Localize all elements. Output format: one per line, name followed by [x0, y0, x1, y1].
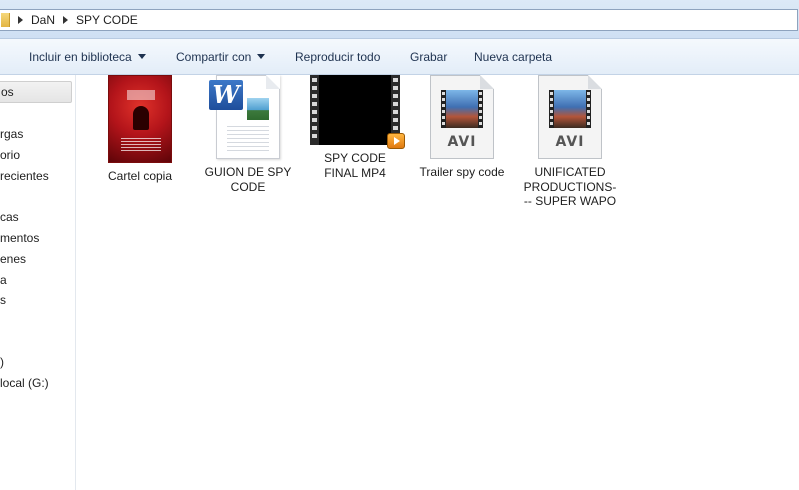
file-item-spy-code-final[interactable]: SPY CODE FINAL MP4 — [307, 75, 405, 180]
file-item-guion[interactable]: W GUION DE SPY CODE — [200, 75, 296, 194]
folder-icon — [1, 13, 10, 27]
chevron-right-icon[interactable] — [63, 16, 69, 24]
breadcrumb-dan[interactable]: DaN — [31, 13, 55, 27]
poster-thumbnail — [108, 75, 172, 163]
command-toolbar: Incluir en biblioteca Compartir con Repr… — [0, 39, 799, 75]
file-view: Cartel copia W GUION DE SPY CODE SPY COD… — [76, 75, 799, 490]
burn-button[interactable]: Grabar — [410, 50, 447, 64]
share-with-button[interactable]: Compartir con — [176, 50, 266, 64]
share-with-label: Compartir con — [176, 50, 252, 64]
nav-item-drive[interactable]: ) — [0, 355, 4, 369]
breadcrumb-spy-code[interactable]: SPY CODE — [76, 13, 138, 27]
file-name: UNIFICATED PRODUCTIONS--- SUPER WAPO — [523, 165, 617, 208]
include-in-library-label: Incluir en biblioteca — [29, 50, 132, 64]
file-name: Trailer spy code — [419, 165, 505, 179]
nav-item-documents[interactable]: mentos — [0, 231, 39, 245]
new-folder-button[interactable]: Nueva carpeta — [474, 50, 552, 64]
word-document-icon: W — [209, 75, 280, 159]
nav-item-recent[interactable]: recientes — [0, 169, 49, 183]
file-item-trailer[interactable]: AVI Trailer spy code — [414, 75, 510, 180]
include-in-library-button[interactable]: Incluir en biblioteca — [29, 50, 146, 64]
nav-item-selected[interactable]: os — [0, 81, 72, 103]
file-extension-label: AVI — [555, 134, 585, 150]
play-all-button[interactable]: Reproducir todo — [295, 50, 380, 64]
play-badge-icon — [387, 133, 405, 149]
avi-file-icon: AVI — [430, 75, 494, 159]
file-name: SPY CODE FINAL MP4 — [324, 151, 386, 180]
dropdown-arrow-icon — [137, 54, 146, 60]
address-bar-area: DaN SPY CODE — [0, 0, 799, 39]
navigation-pane: os rgas orio recientes cas mentos enes a… — [0, 75, 76, 490]
video-thumbnail — [310, 75, 405, 149]
avi-file-icon: AVI — [538, 75, 602, 159]
file-item-unificated[interactable]: AVI UNIFICATED PRODUCTIONS--- SUPER WAPO — [522, 75, 618, 209]
nav-item-downloads[interactable]: rgas — [0, 127, 23, 141]
file-name: GUION DE SPY CODE — [204, 165, 292, 194]
nav-item-music[interactable]: a — [0, 273, 7, 287]
file-extension-label: AVI — [447, 134, 477, 150]
nav-item-libraries[interactable]: cas — [0, 210, 19, 224]
file-item-cartel-copia[interactable]: Cartel copia — [92, 75, 188, 184]
nav-item-desktop[interactable]: orio — [0, 148, 20, 162]
file-name: Cartel copia — [107, 169, 173, 183]
dropdown-arrow-icon — [257, 54, 266, 60]
nav-item-videos[interactable]: s — [0, 293, 6, 307]
address-bar[interactable]: DaN SPY CODE — [0, 9, 798, 31]
chevron-right-icon[interactable] — [18, 16, 23, 24]
nav-item-pictures[interactable]: enes — [0, 252, 26, 266]
nav-item-local-disk-g[interactable]: local (G:) — [0, 376, 49, 390]
